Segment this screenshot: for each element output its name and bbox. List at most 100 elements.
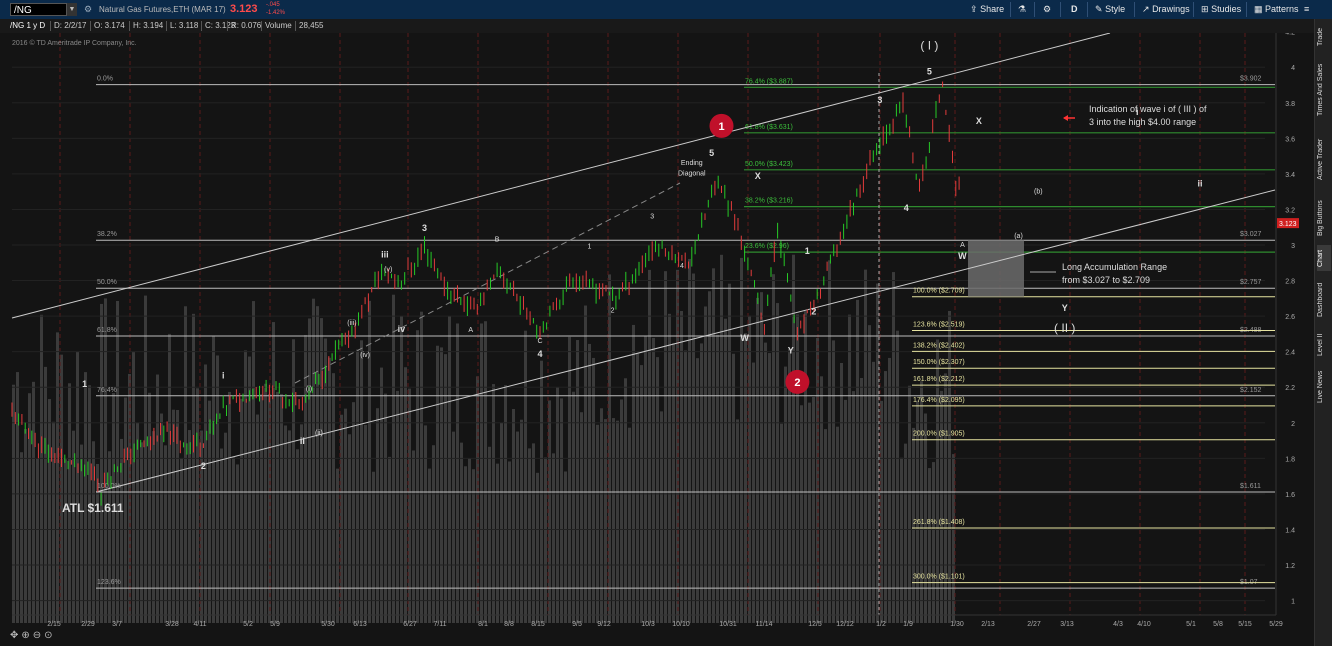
menu-icon[interactable]: ≡ bbox=[1304, 4, 1309, 14]
fib-extension-label: 261.8% ($1.408) bbox=[913, 519, 965, 526]
volume-bar bbox=[240, 398, 243, 623]
wave-annotation-line1: Indication of wave i of ( III ) of bbox=[1089, 104, 1207, 114]
range-annotation-line1: Long Accumulation Range bbox=[1062, 262, 1167, 272]
net-change: -.045 bbox=[266, 2, 280, 8]
volume-bar bbox=[720, 254, 723, 623]
wave-label: iii bbox=[381, 249, 389, 259]
patterns-button[interactable]: ▦ Patterns bbox=[1254, 4, 1299, 15]
volume-bar bbox=[752, 362, 755, 623]
symbol-input[interactable]: /NG bbox=[10, 3, 74, 16]
tab-active-trader[interactable]: Active Trader bbox=[1317, 131, 1331, 187]
volume-bar bbox=[616, 420, 619, 623]
bar-open: O: 3.174 bbox=[94, 21, 125, 30]
studies-button[interactable]: ⊞ Studies bbox=[1201, 4, 1241, 15]
volume-bar bbox=[400, 315, 403, 623]
volume-bar bbox=[180, 458, 183, 623]
zoom-reset-icon[interactable]: ⊙ bbox=[44, 630, 55, 641]
zoom-in-icon[interactable]: ⊕ bbox=[21, 630, 32, 641]
date-tick-label: 5/8 bbox=[1213, 621, 1223, 628]
last-price-tag-label: 3.123 bbox=[1279, 221, 1297, 228]
tab-live-news[interactable]: Live News bbox=[1317, 365, 1331, 409]
symbol-dropdown-icon[interactable]: ▼ bbox=[66, 3, 77, 16]
volume-bar bbox=[260, 394, 263, 623]
volume-bar bbox=[524, 330, 527, 623]
zoom-out-icon[interactable]: ⊖ bbox=[33, 630, 44, 641]
fib-retracement-label: 123.6% bbox=[97, 579, 121, 586]
tab-big-buttons[interactable]: Big Buttons bbox=[1317, 195, 1331, 241]
price-tick-label: 3 bbox=[1291, 243, 1295, 250]
pan-icon[interactable]: ✥ bbox=[10, 630, 21, 641]
tab-trade[interactable]: Trade bbox=[1317, 25, 1331, 49]
volume-bar bbox=[648, 269, 651, 623]
price-tick-label: 1.6 bbox=[1285, 492, 1295, 499]
volume-bar bbox=[284, 425, 287, 623]
period-button[interactable]: D bbox=[1071, 4, 1078, 14]
fib-green-label: 50.0% ($3.423) bbox=[745, 161, 793, 168]
volume-bar bbox=[708, 291, 711, 623]
tab-times-and-sales[interactable]: Times And Sales bbox=[1317, 59, 1331, 121]
wave-label: A bbox=[960, 242, 965, 249]
drawings-button[interactable]: ↗ Drawings bbox=[1142, 4, 1190, 15]
volume-bar bbox=[624, 378, 627, 623]
price-tick-label: 3.8 bbox=[1285, 101, 1295, 108]
wave-label: (iii) bbox=[347, 320, 356, 327]
price-tick-label: 1.8 bbox=[1285, 456, 1295, 463]
volume-bar bbox=[348, 434, 351, 623]
volume-bar bbox=[492, 384, 495, 623]
date-tick-label: 8/15 bbox=[531, 621, 545, 628]
fib-extension-label: 300.0% ($1.101) bbox=[913, 574, 965, 581]
volume-bar bbox=[744, 333, 747, 623]
tab-chart[interactable]: Chart bbox=[1317, 245, 1331, 271]
fib-extension-label: 161.8% ($2.212) bbox=[913, 376, 965, 383]
volume-bar bbox=[328, 357, 331, 623]
volume-bar bbox=[208, 400, 211, 623]
volume-bar bbox=[668, 313, 671, 623]
toolbar-divider bbox=[1246, 2, 1247, 17]
volume-bar bbox=[944, 373, 947, 623]
volume-bar bbox=[612, 418, 615, 623]
wave-label: W bbox=[740, 333, 749, 343]
volume-bar bbox=[656, 357, 659, 623]
volume-bar bbox=[76, 352, 79, 623]
volume-bar bbox=[680, 310, 683, 623]
tab-level-ii[interactable]: Level II bbox=[1317, 331, 1331, 359]
wave-label: (b) bbox=[1034, 188, 1043, 195]
wave-label: 2 bbox=[611, 308, 615, 315]
volume-bar bbox=[784, 366, 787, 623]
volume-bar bbox=[16, 372, 19, 623]
volume-bar bbox=[116, 300, 119, 623]
wave-circle-label: 2 bbox=[794, 377, 800, 389]
volume-bar bbox=[496, 463, 499, 623]
date-tick-label: 11/14 bbox=[756, 621, 773, 628]
volume-bar bbox=[224, 432, 227, 623]
share-button[interactable]: ⇪ Share bbox=[970, 4, 1004, 15]
date-tick-label: 7/11 bbox=[433, 621, 446, 628]
fib-green-label: 61.8% ($3.631) bbox=[745, 124, 793, 131]
date-tick-label: 10/3 bbox=[641, 621, 655, 628]
fib-retracement-label: 61.8% bbox=[97, 327, 117, 334]
accumulation-zone bbox=[968, 240, 1024, 297]
volume-bar bbox=[356, 349, 359, 623]
style-button[interactable]: ✎ Style bbox=[1095, 4, 1125, 15]
style-label: Style bbox=[1105, 4, 1126, 14]
wave-label: A bbox=[468, 327, 473, 334]
wave-circle-label: 1 bbox=[718, 121, 724, 133]
wave-label: 4 bbox=[904, 203, 909, 213]
volume-bar bbox=[740, 257, 743, 623]
tab-dashboard[interactable]: Dashboard bbox=[1317, 279, 1331, 321]
volume-bar bbox=[848, 314, 851, 623]
date-tick-label: 3/28 bbox=[165, 621, 179, 628]
volume-bar bbox=[440, 347, 443, 623]
volume-bar bbox=[504, 385, 507, 623]
fib-green-label: 38.2% ($3.216) bbox=[745, 198, 793, 205]
volume-bar bbox=[732, 353, 735, 623]
volume-bar bbox=[252, 301, 255, 623]
gear-icon[interactable]: ⚙ bbox=[84, 4, 92, 15]
flask-icon[interactable]: ⚗ bbox=[1018, 4, 1026, 15]
settings-gear-icon[interactable]: ⚙ bbox=[1043, 4, 1051, 15]
info-divider bbox=[261, 21, 262, 31]
price-chart[interactable]: 0.0% $3.902 38.2% $3.027 50.0% $2.757 61.8% $2.… bbox=[0, 33, 1314, 646]
date-tick-label: 9/5 bbox=[572, 621, 582, 628]
volume-bar bbox=[688, 258, 691, 623]
volume-bar bbox=[696, 358, 699, 623]
